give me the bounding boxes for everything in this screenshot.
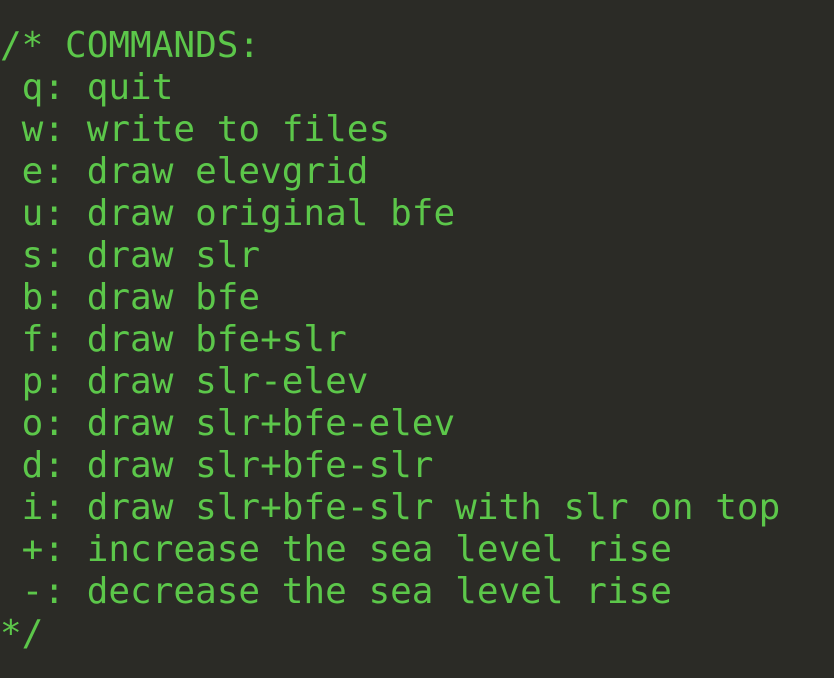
terminal-window[interactable]: /* COMMANDS: q: quit w: write to files e…	[0, 0, 834, 678]
command-line-elevgrid: e: draw elevgrid	[0, 151, 369, 192]
command-line-original-bfe: u: draw original bfe	[0, 193, 456, 234]
command-line-quit: q: quit	[0, 67, 174, 108]
command-line-slr-bfe-slr: d: draw slr+bfe-slr	[0, 445, 434, 486]
command-line-bfe: b: draw bfe	[0, 277, 261, 318]
command-line-slr-elev: p: draw slr-elev	[0, 361, 369, 402]
comment-close-line: */	[0, 613, 44, 654]
command-line-slr-on-top: i: draw slr+bfe-slr with slr on top	[0, 487, 781, 528]
command-line-bfe-slr: f: draw bfe+slr	[0, 319, 347, 360]
command-line-slr-bfe-elev: o: draw slr+bfe-elev	[0, 403, 456, 444]
command-line-decrease: -: decrease the sea level rise	[0, 571, 672, 612]
command-line-increase: +: increase the sea level rise	[0, 529, 672, 570]
command-line-slr: s: draw slr	[0, 235, 261, 276]
command-line-write: w: write to files	[0, 109, 391, 150]
comment-open-line: /* COMMANDS:	[0, 25, 261, 66]
